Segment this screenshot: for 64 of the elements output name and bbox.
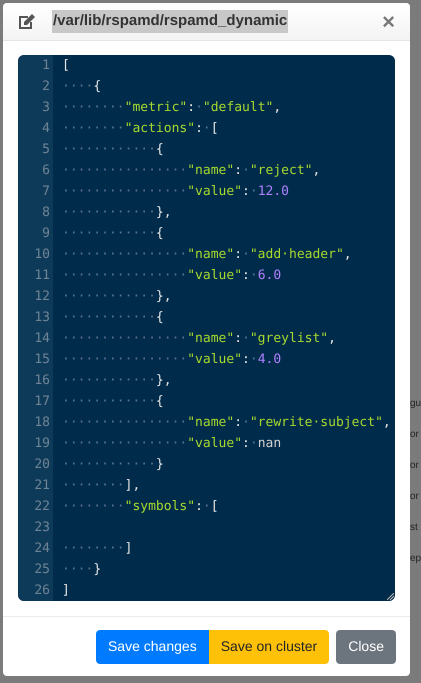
- line-number: 20: [33, 456, 51, 474]
- line-number: 21: [33, 477, 51, 495]
- code-line: ············},: [62, 205, 172, 220]
- code-line: ················"name":·"reject",: [62, 163, 320, 178]
- code-line: ············{: [62, 310, 164, 325]
- background-text: st: [410, 521, 419, 535]
- background-text: or: [410, 490, 420, 504]
- line-number: 4: [41, 120, 51, 138]
- code-line: ········"symbols":·[: [62, 499, 219, 514]
- modal-button[interactable]: Save on cluster: [208, 630, 330, 664]
- edit-icon: [18, 13, 36, 30]
- line-number: 1: [41, 57, 51, 75]
- close-button[interactable]: ×: [382, 10, 395, 32]
- line-number: 23: [33, 519, 51, 537]
- line-number: 13: [33, 309, 51, 327]
- line-number: 19: [33, 435, 51, 453]
- code-line: ········"actions":·[: [62, 121, 219, 136]
- code-line: ············{: [62, 226, 164, 241]
- code-line: ····}: [62, 562, 102, 577]
- modal-button[interactable]: Save changes: [96, 630, 209, 664]
- code-line: ················"value":·nan: [62, 436, 282, 451]
- line-number: 8: [41, 204, 51, 222]
- code-line: ················"name":·"rewrite·subject",: [62, 415, 391, 430]
- line-number: 18: [33, 414, 51, 432]
- line-number: 6: [41, 162, 51, 180]
- code-line: ············},: [62, 289, 172, 304]
- line-number: 9: [41, 225, 51, 243]
- line-number: 26: [33, 582, 51, 600]
- line-number: 16: [33, 372, 51, 390]
- code-line: ················"value":·6.0: [62, 268, 282, 283]
- background-text: gu: [410, 397, 421, 411]
- code-line: ············},: [62, 373, 172, 388]
- line-number: 14: [33, 330, 51, 348]
- code-line: ········"metric":·"default",: [62, 100, 282, 115]
- code-line: ················"name":·"greylist",: [62, 331, 336, 346]
- code-line: ]: [62, 583, 70, 598]
- line-number: 3: [41, 99, 51, 117]
- code-line: ················"value":·4.0: [62, 352, 282, 367]
- line-number: 25: [33, 561, 51, 579]
- code-line: ········],: [62, 478, 140, 493]
- line-number: 10: [33, 246, 51, 264]
- line-number: 11: [33, 267, 51, 285]
- line-number: 24: [33, 540, 51, 558]
- line-number: 5: [41, 141, 51, 159]
- resize-handle-icon[interactable]: [387, 593, 394, 600]
- background-text: or: [410, 428, 420, 442]
- background-text: or: [410, 459, 420, 473]
- code-line: ················"name":·"add·header",: [62, 247, 352, 262]
- line-number: 15: [33, 351, 51, 369]
- modal-title: /var/lib/rspamd/rspamd_dynamic: [52, 10, 288, 33]
- line-number: 22: [33, 498, 51, 516]
- code-line: [: [62, 58, 70, 73]
- line-number: 17: [33, 393, 51, 411]
- line-number: 2: [41, 78, 51, 96]
- code-line: ················"value":·12.0: [62, 184, 289, 199]
- background-text: ep: [410, 552, 421, 566]
- code-line: ············{: [62, 142, 164, 157]
- modal-button[interactable]: Close: [336, 630, 396, 664]
- line-number: 7: [41, 183, 51, 201]
- code-line: ············}: [62, 457, 164, 472]
- code-line: ············{: [62, 394, 164, 409]
- code-line: ········]: [62, 541, 132, 556]
- line-number: 12: [33, 288, 51, 306]
- code-line: ····{: [62, 79, 102, 94]
